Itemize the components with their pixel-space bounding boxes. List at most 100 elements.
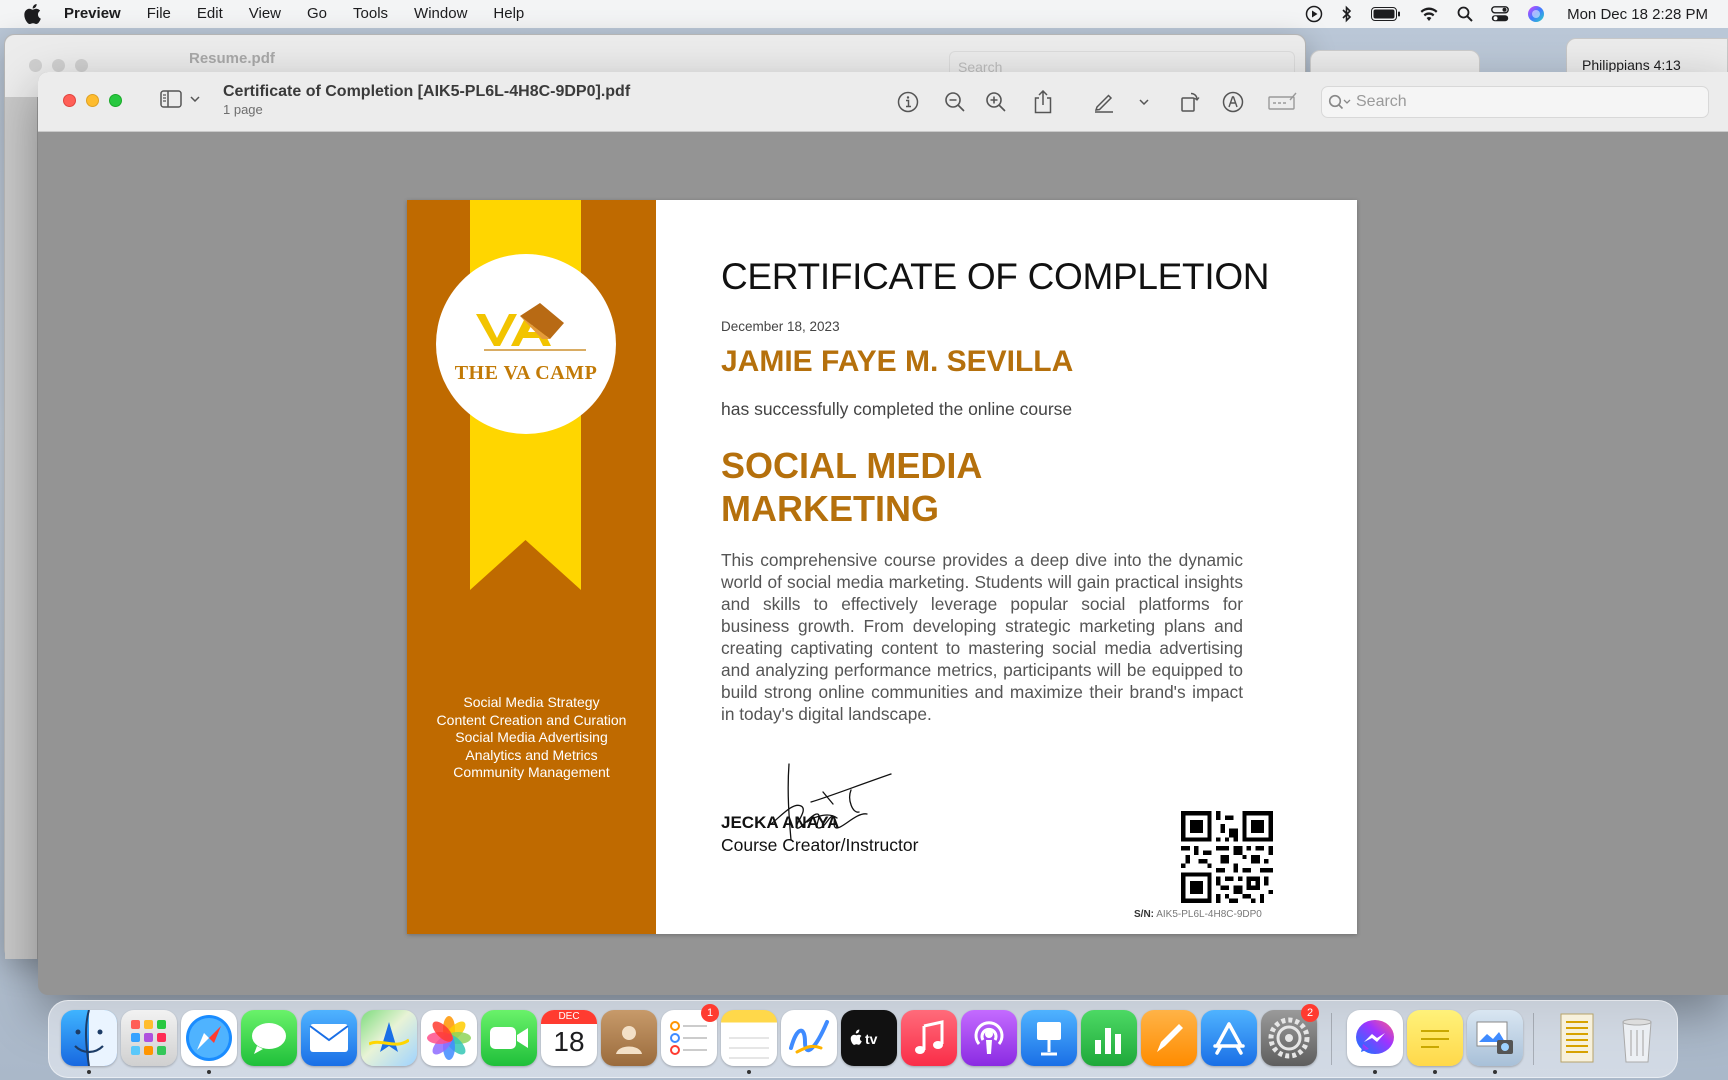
control-center-icon[interactable] xyxy=(1491,6,1509,22)
menubar-clock[interactable]: Mon Dec 18 2:28 PM xyxy=(1567,6,1708,23)
va-camp-logo-mark xyxy=(476,303,586,351)
pen-icon xyxy=(1094,94,1113,113)
share-button[interactable] xyxy=(1029,88,1057,116)
battery-icon[interactable] xyxy=(1371,7,1401,21)
rotate-button[interactable] xyxy=(1176,88,1204,116)
background-window-bible-title: Philippians 4:13 xyxy=(1582,57,1681,73)
close-button[interactable] xyxy=(63,94,76,107)
sidebar-icon xyxy=(160,90,182,108)
contacts-icon[interactable] xyxy=(601,1010,657,1066)
serial-value: AIK5-PL6L-4H8C-9DP0 xyxy=(1156,909,1262,920)
podcasts-icon[interactable] xyxy=(961,1010,1017,1066)
maps-icon[interactable] xyxy=(361,1010,417,1066)
numbers-icon[interactable] xyxy=(1081,1010,1137,1066)
fullscreen-button[interactable] xyxy=(109,94,122,107)
search-field[interactable] xyxy=(1321,86,1709,118)
completion-statement: has successfully completed the online co… xyxy=(721,399,1073,419)
sidebar-toggle-button[interactable] xyxy=(160,90,200,108)
info-button[interactable] xyxy=(894,88,922,116)
certificate-date: December 18, 2023 xyxy=(721,319,840,334)
trash-icon[interactable] xyxy=(1609,1010,1665,1066)
preview-window: Certificate of Completion [AIK5-PL6L-4H8… xyxy=(38,72,1728,995)
wifi-icon[interactable] xyxy=(1419,6,1439,22)
chevron-down-icon xyxy=(190,96,200,102)
menu-view[interactable]: View xyxy=(236,0,294,28)
chevron-down-icon xyxy=(1139,99,1149,105)
apple-menu-icon[interactable] xyxy=(0,4,64,24)
reminders-badge: 1 xyxy=(701,1004,719,1022)
course-title: SOCIAL MEDIA MARKETING xyxy=(721,444,1141,530)
dock: DEC 18 1 tv 2 xyxy=(48,1000,1678,1078)
settings-badge: 2 xyxy=(1301,1004,1319,1022)
form-fill-icon xyxy=(1268,92,1297,110)
app-store-icon[interactable] xyxy=(1201,1010,1257,1066)
photos-icon[interactable] xyxy=(421,1010,477,1066)
background-window-edge xyxy=(5,97,37,959)
background-window-controls xyxy=(29,59,88,72)
menu-window[interactable]: Window xyxy=(401,0,480,28)
stickies-icon[interactable] xyxy=(1407,1010,1463,1066)
logo-text: THE VA CAMP xyxy=(454,362,598,384)
topic-item: Analytics and Metrics xyxy=(465,746,598,763)
dock-divider xyxy=(1331,1013,1332,1065)
launchpad-icon[interactable] xyxy=(121,1010,177,1066)
zoom-out-button[interactable] xyxy=(941,88,969,116)
topic-item: Social Media Strategy xyxy=(463,694,600,710)
music-icon[interactable] xyxy=(901,1010,957,1066)
notes-icon[interactable] xyxy=(721,1010,777,1066)
svg-text:tv: tv xyxy=(865,1031,878,1047)
menu-go[interactable]: Go xyxy=(294,0,340,28)
app-menu-preview[interactable]: Preview xyxy=(64,0,134,28)
preview-icon[interactable] xyxy=(1467,1010,1523,1066)
mail-icon[interactable] xyxy=(301,1010,357,1066)
serial-label: S/N: xyxy=(1134,909,1154,920)
calendar-icon[interactable]: DEC 18 xyxy=(541,1010,597,1066)
qr-code xyxy=(1181,811,1273,903)
menu-edit[interactable]: Edit xyxy=(184,0,236,28)
course-title-line: SOCIAL MEDIA xyxy=(721,445,983,486)
zoom-out-icon xyxy=(945,92,965,112)
menu-help[interactable]: Help xyxy=(480,0,537,28)
va-camp-logo: THE VA CAMP xyxy=(436,254,616,434)
running-indicator xyxy=(87,1070,91,1074)
messenger-icon[interactable] xyxy=(1347,1010,1403,1066)
markup-button[interactable] xyxy=(1090,88,1118,116)
running-indicator xyxy=(1373,1070,1377,1074)
safari-icon[interactable] xyxy=(181,1010,237,1066)
menu-file[interactable]: File xyxy=(134,0,184,28)
document-title[interactable]: Certificate of Completion [AIK5-PL6L-4H8… xyxy=(223,83,630,101)
form-fill-button[interactable] xyxy=(1266,88,1300,116)
keynote-icon[interactable] xyxy=(1021,1010,1077,1066)
documents-icon[interactable] xyxy=(1549,1010,1605,1066)
media-play-icon[interactable] xyxy=(1305,5,1323,23)
certificate-side-panel: THE VA CAMP Social Media Strategy Conten… xyxy=(407,200,656,934)
freeform-icon[interactable] xyxy=(781,1010,837,1066)
course-title-line: MARKETING xyxy=(721,488,939,529)
topic-item: Content Creation and Curation xyxy=(436,711,627,728)
messages-icon[interactable] xyxy=(241,1010,297,1066)
zoom-in-icon xyxy=(986,92,1006,112)
dock-divider xyxy=(1533,1013,1534,1065)
serial-number: S/N: AIK5-PL6L-4H8C-9DP0 xyxy=(1134,909,1262,920)
search-input[interactable] xyxy=(1356,93,1686,111)
instructor-role: Course Creator/Instructor xyxy=(721,835,919,855)
pdf-page-certificate[interactable]: THE VA CAMP Social Media Strategy Conten… xyxy=(407,200,1357,934)
spotlight-search-icon[interactable] xyxy=(1457,6,1473,22)
annotate-button[interactable] xyxy=(1219,88,1247,116)
siri-icon[interactable] xyxy=(1527,5,1545,23)
bluetooth-icon[interactable] xyxy=(1341,5,1353,23)
finder-icon[interactable] xyxy=(61,1010,117,1066)
share-icon xyxy=(1034,90,1052,114)
search-icon xyxy=(1328,94,1351,110)
menu-tools[interactable]: Tools xyxy=(340,0,401,28)
markup-options-button[interactable] xyxy=(1130,88,1158,116)
running-indicator xyxy=(207,1070,211,1074)
apple-tv-icon[interactable]: tv xyxy=(841,1010,897,1066)
facetime-icon[interactable] xyxy=(481,1010,537,1066)
running-indicator xyxy=(1433,1070,1437,1074)
minimize-button[interactable] xyxy=(86,94,99,107)
course-topics-list: Social Media Strategy Content Creation a… xyxy=(407,694,656,782)
topic-item: Social Media Advertising xyxy=(455,729,608,746)
pages-icon[interactable] xyxy=(1141,1010,1197,1066)
zoom-in-button[interactable] xyxy=(982,88,1010,116)
